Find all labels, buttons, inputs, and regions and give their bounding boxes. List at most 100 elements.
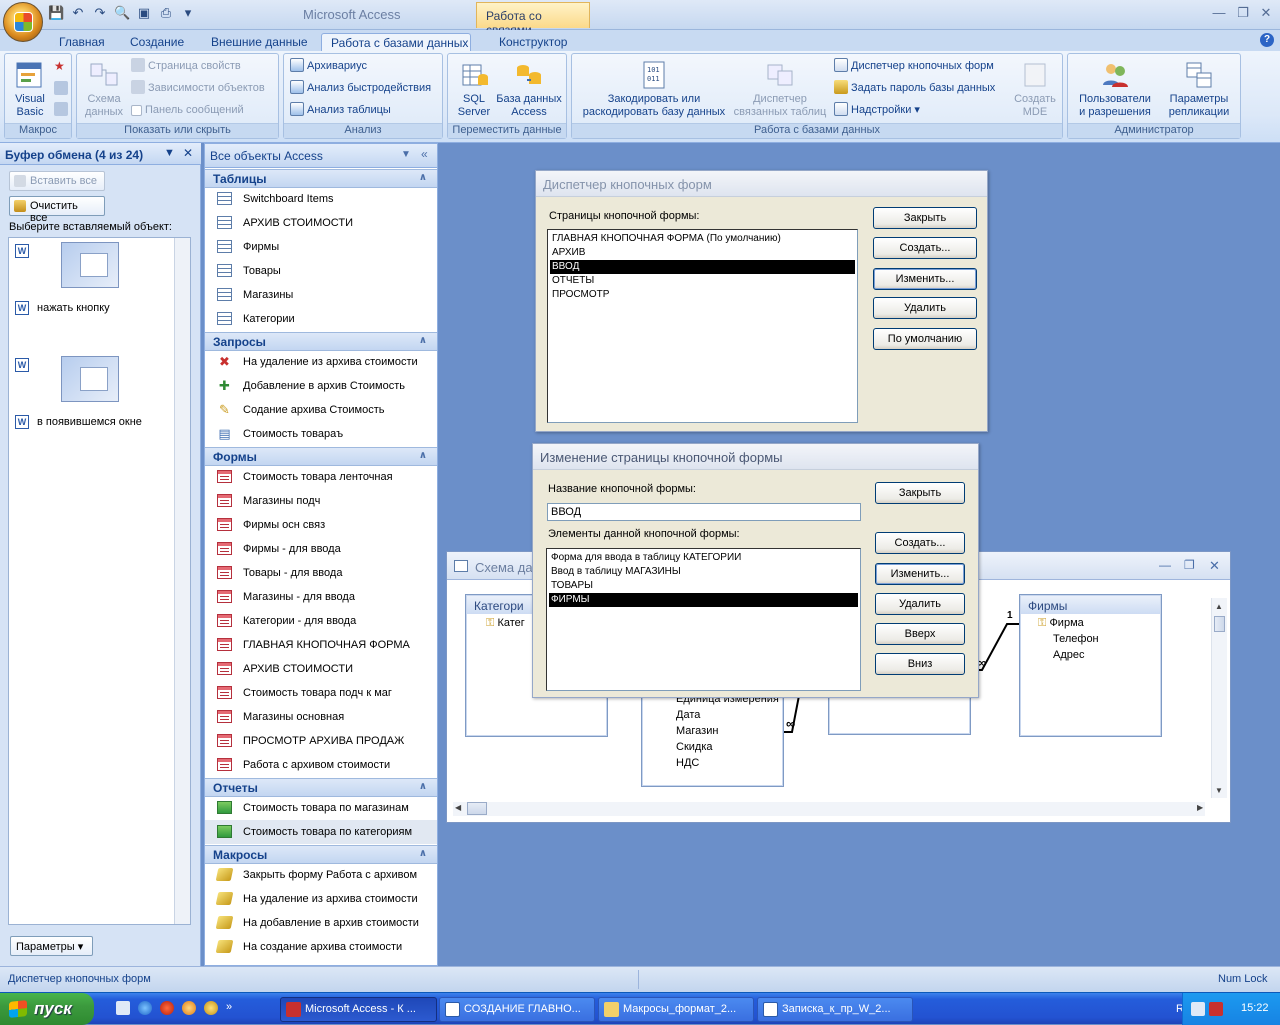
- nav-item-macro[interactable]: На добавление в архив стоимости: [205, 911, 437, 935]
- maximize-icon[interactable]: ❐: [1234, 5, 1252, 21]
- schema-button[interactable]: Схема данных: [81, 59, 127, 119]
- start-button[interactable]: пуск: [0, 993, 94, 1025]
- collapse-icon[interactable]: ∧: [419, 781, 427, 792]
- nav-item-form[interactable]: Стоимость товара подч к маг: [205, 681, 437, 705]
- nav-item-form[interactable]: Категории - для ввода: [205, 609, 437, 633]
- list-item[interactable]: АРХИВ: [550, 246, 855, 260]
- horizontal-scrollbar[interactable]: ◀ ▶: [453, 802, 1205, 816]
- set-password-button[interactable]: Задать пароль базы данных: [834, 79, 995, 97]
- nav-item-table[interactable]: Switchboard Items: [205, 187, 437, 211]
- clipboard-item-text[interactable]: в появившемся окне: [37, 416, 142, 428]
- list-item[interactable]: ВВОД: [550, 260, 855, 274]
- move-up-button[interactable]: Вверх: [875, 623, 965, 645]
- nav-item-macro[interactable]: Закрыть форму Работа с архивом: [205, 863, 437, 887]
- addins-button[interactable]: Надстройки ▾: [834, 101, 920, 119]
- create-button[interactable]: Создать...: [873, 237, 977, 259]
- ie-icon[interactable]: [138, 1001, 152, 1015]
- save-icon[interactable]: 💾: [48, 5, 64, 21]
- clear-all-button[interactable]: Очистить все: [9, 196, 105, 224]
- nav-item-macro[interactable]: На создание архива стоимости: [205, 935, 437, 959]
- help-icon[interactable]: ?: [1260, 33, 1274, 47]
- office-button[interactable]: [3, 2, 43, 42]
- tab-external-data[interactable]: Внешние данные: [211, 33, 308, 52]
- nav-item-query[interactable]: ✚ Добавление в архив Стоимость: [205, 374, 437, 398]
- encode-database-button[interactable]: 101 011 Закодировать или раскодировать баз…: [576, 59, 732, 119]
- list-item[interactable]: ТОВАРЫ: [549, 579, 858, 593]
- edit-button[interactable]: Изменить...: [875, 563, 965, 585]
- collapse-icon[interactable]: ∧: [419, 172, 427, 183]
- nav-item-report[interactable]: Стоимость товара по категориям: [205, 820, 437, 844]
- undo-icon[interactable]: ↶: [70, 5, 86, 21]
- list-item[interactable]: ГЛАВНАЯ КНОПОЧНАЯ ФОРМА (По умолчанию): [550, 232, 855, 246]
- close-button[interactable]: Закрыть: [873, 207, 977, 229]
- dialog-title[interactable]: Изменение страницы кнопочной формы: [533, 444, 978, 470]
- tab-database-tools[interactable]: Работа с базами данных: [321, 33, 471, 52]
- redo-icon[interactable]: ↷: [92, 5, 108, 21]
- print-icon[interactable]: ⎙: [158, 5, 174, 21]
- clipboard-scrollbar[interactable]: [174, 238, 190, 924]
- nav-item-table[interactable]: Товары: [205, 259, 437, 283]
- macro-menu-icon[interactable]: [54, 102, 68, 116]
- archiver-button[interactable]: Архивариус: [290, 57, 367, 75]
- nav-item-form[interactable]: Товары - для ввода: [205, 561, 437, 585]
- switchboard-name-input[interactable]: ВВОД: [547, 503, 861, 521]
- taskbar-word-1[interactable]: СОЗДАНИЕ ГЛАВНО...: [439, 997, 595, 1022]
- collapse-icon[interactable]: ∧: [419, 848, 427, 859]
- users-permissions-button[interactable]: Пользователи и разрешения: [1070, 59, 1160, 119]
- nav-item-form[interactable]: Магазины основная: [205, 705, 437, 729]
- opera-icon[interactable]: [160, 1001, 174, 1015]
- taskbar-word-2[interactable]: Записка_к_пр_W_2...: [757, 997, 913, 1022]
- nav-item-table[interactable]: Магазины: [205, 283, 437, 307]
- nav-item-table[interactable]: Фирмы: [205, 235, 437, 259]
- taskbar-access[interactable]: Microsoft Access - К ...: [280, 997, 437, 1022]
- scroll-up-icon[interactable]: ▲: [1215, 602, 1223, 611]
- list-item[interactable]: ПРОСМОТР: [550, 288, 855, 302]
- paste-all-button[interactable]: Вставить все: [9, 171, 105, 191]
- delete-button[interactable]: Удалить: [873, 297, 977, 319]
- sql-server-button[interactable]: SQL Server: [452, 59, 496, 119]
- edit-button[interactable]: Изменить...: [873, 268, 977, 290]
- nav-item-form[interactable]: ПРОСМОТР АРХИВА ПРОДАЖ: [205, 729, 437, 753]
- nav-dropdown-icon[interactable]: ▼: [401, 149, 411, 160]
- message-bar-checkbox[interactable]: Панель сообщений: [131, 101, 244, 119]
- scroll-right-icon[interactable]: ▶: [1197, 803, 1203, 812]
- dialog-title[interactable]: Диспетчер кнопочных форм: [536, 171, 987, 197]
- nav-item-form[interactable]: Работа с архивом стоимости: [205, 753, 437, 777]
- scroll-thumb[interactable]: [1214, 616, 1225, 632]
- collapse-icon[interactable]: ∧: [419, 335, 427, 346]
- access-database-button[interactable]: База данных Access: [496, 59, 562, 119]
- clipboard-thumbnail[interactable]: [61, 356, 119, 402]
- visual-basic-button[interactable]: Visual Basic: [9, 59, 51, 119]
- nav-collapse-icon[interactable]: «: [421, 147, 428, 161]
- create-button[interactable]: Создать...: [875, 532, 965, 554]
- collapse-icon[interactable]: ∧: [419, 450, 427, 461]
- nav-item-report[interactable]: Стоимость товара по магазинам: [205, 796, 437, 820]
- list-item[interactable]: Форма для ввода в таблицу КАТЕГОРИИ: [549, 551, 858, 565]
- nav-item-form[interactable]: АРХИВ СТОИМОСТИ: [205, 657, 437, 681]
- vertical-scrollbar[interactable]: ▲ ▼: [1211, 598, 1227, 798]
- list-item[interactable]: Ввод в таблицу МАГАЗИНЫ: [549, 565, 858, 579]
- set-default-button[interactable]: По умолчанию: [873, 328, 977, 350]
- nav-item-form[interactable]: Фирмы осн связ: [205, 513, 437, 537]
- create-mde-button[interactable]: Создать MDE: [1012, 59, 1058, 119]
- nav-item-query[interactable]: ▤ Стоимость товараъ: [205, 422, 437, 446]
- close-button[interactable]: Закрыть: [875, 482, 965, 504]
- more-icon[interactable]: »: [226, 1001, 232, 1015]
- nav-item-form[interactable]: ГЛАВНАЯ КНОПОЧНАЯ ФОРМА: [205, 633, 437, 657]
- nav-section-forms[interactable]: Формы ∧: [205, 447, 437, 466]
- taskbar-folder[interactable]: Макросы_формат_2...: [598, 997, 754, 1022]
- browser-icon[interactable]: [182, 1001, 196, 1015]
- nav-section-queries[interactable]: Запросы ∧: [205, 332, 437, 351]
- nav-item-query[interactable]: ✎ Содание архива Стоимость: [205, 398, 437, 422]
- scroll-left-icon[interactable]: ◀: [455, 803, 461, 812]
- clipboard-thumbnail[interactable]: [61, 242, 119, 288]
- qat-dropdown-icon[interactable]: ▾: [180, 5, 196, 21]
- pane-menu-icon[interactable]: ▼: [164, 147, 175, 159]
- macro-convert-icon[interactable]: [54, 81, 68, 95]
- object-dependencies-button[interactable]: Зависимости объектов: [131, 79, 265, 97]
- preview-icon[interactable]: 🔍: [114, 5, 130, 21]
- nav-item-form[interactable]: Стоимость товара ленточная: [205, 465, 437, 489]
- linked-table-manager-button[interactable]: Диспетчер связанных таблиц: [732, 59, 828, 119]
- scroll-down-icon[interactable]: ▼: [1215, 786, 1223, 795]
- switchboard-manager-button[interactable]: Диспетчер кнопочных форм: [834, 57, 994, 75]
